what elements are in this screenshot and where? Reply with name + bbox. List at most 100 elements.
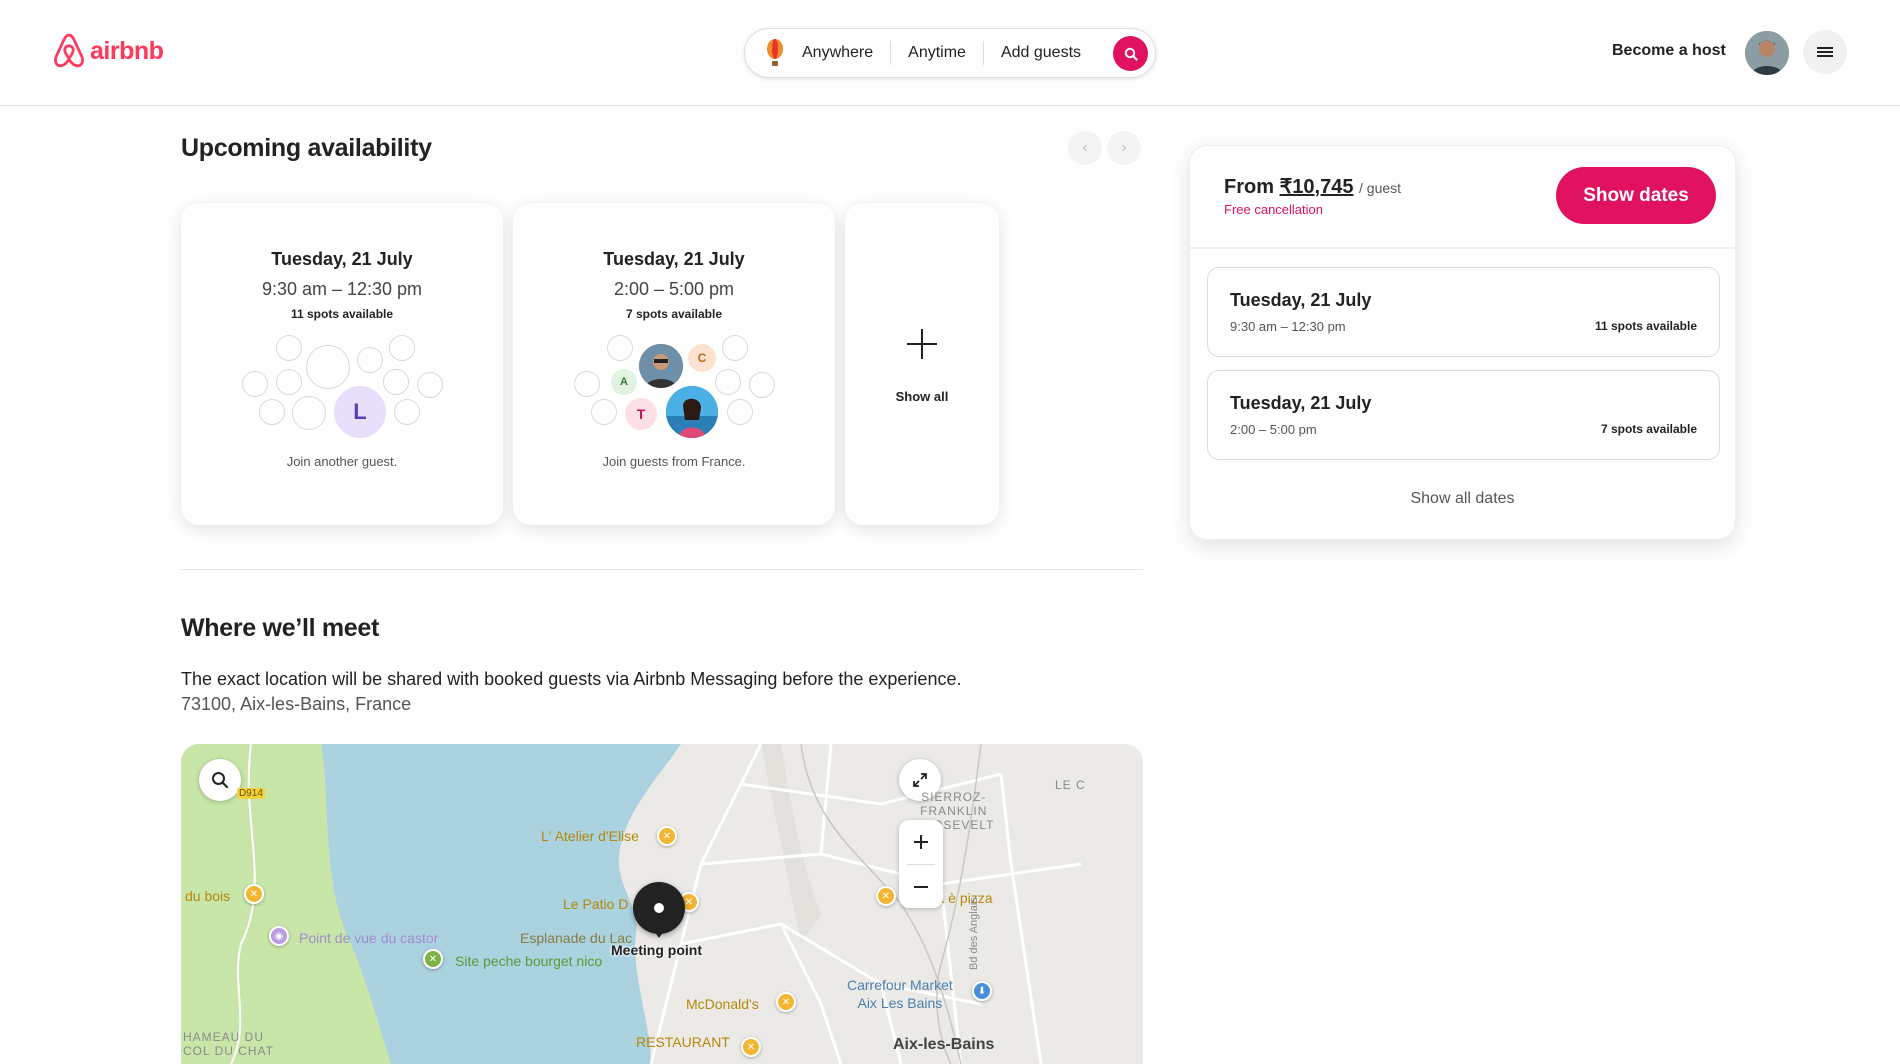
chevron-right-icon: › xyxy=(1121,139,1127,156)
card-footer: Join guests from France. xyxy=(602,454,746,469)
search-icon xyxy=(212,772,229,789)
hamburger-menu-icon xyxy=(1817,47,1833,57)
menu-button[interactable] xyxy=(1803,30,1847,74)
empty-seat xyxy=(749,372,775,398)
map-zoom-controls xyxy=(899,820,943,908)
empty-seat xyxy=(276,335,302,361)
empty-seat xyxy=(306,345,350,389)
date-slot[interactable]: Tuesday, 21 July 9:30 am – 12:30 pm 11 s… xyxy=(1207,267,1720,357)
search-when[interactable]: Anytime xyxy=(891,41,983,65)
become-host-link[interactable]: Become a host xyxy=(1612,42,1726,60)
show-all-label: Show all xyxy=(895,389,949,404)
pin-dot xyxy=(654,903,664,913)
map-poi-label: du bois xyxy=(185,888,231,904)
empty-seat xyxy=(394,399,420,425)
viewpoint-pin-icon[interactable]: ◉ xyxy=(269,926,289,946)
date-slot[interactable]: Tuesday, 21 July 2:00 – 5:00 pm 7 spots … xyxy=(1207,370,1720,460)
restaurant-pin-icon[interactable]: ✕ xyxy=(776,992,796,1012)
search-bar[interactable]: Anywhere Anytime Add guests xyxy=(744,28,1156,78)
card-footer: Join another guest. xyxy=(286,454,398,469)
guest-photo xyxy=(639,344,683,388)
empty-seat xyxy=(292,396,326,430)
price-amount[interactable]: ₹10,745 xyxy=(1280,176,1354,198)
user-photo xyxy=(1745,31,1789,75)
free-cancellation-label: Free cancellation xyxy=(1224,202,1323,217)
map-poi-label: Carrefour Market Aix Les Bains xyxy=(847,977,953,1011)
restaurant-pin-icon[interactable]: ✕ xyxy=(876,886,896,906)
availability-title: Upcoming availability xyxy=(181,134,432,162)
restaurant-pin-icon[interactable]: ✕ xyxy=(244,884,264,904)
meeting-point-label: Meeting point xyxy=(611,942,702,958)
pin-tail xyxy=(652,928,666,938)
meet-title: Where we’ll meet xyxy=(181,614,380,642)
minus-icon xyxy=(914,886,928,888)
airbnb-logo-icon xyxy=(54,33,84,68)
availability-card[interactable]: Tuesday, 21 July 2:00 – 5:00 pm 7 spots … xyxy=(513,203,835,525)
map[interactable]: D914 L' Atelier d'Elise ✕ du bois ✕ Le P… xyxy=(181,744,1143,1064)
empty-seat xyxy=(357,347,383,373)
shop-pin-icon[interactable]: ⬇ xyxy=(972,981,992,1001)
top-header: airbnb Anywhere Anytime Add guests Becom… xyxy=(0,0,1900,106)
logo-text: airbnb xyxy=(90,36,164,65)
hot-air-balloon-icon xyxy=(767,39,783,66)
expand-icon xyxy=(913,773,927,787)
plus-icon xyxy=(914,835,928,849)
map-district-label: HAMEAU DU COL DU CHAT xyxy=(183,1030,275,1058)
map-poi-label: Point de vue du castor xyxy=(299,930,439,946)
slot-date: Tuesday, 21 July xyxy=(1230,393,1372,413)
restaurant-pin-icon[interactable]: ✕ xyxy=(657,826,677,846)
guest-photo-image xyxy=(666,386,718,438)
map-poi-label: L' Atelier d'Elise xyxy=(541,828,639,844)
empty-seat xyxy=(383,369,409,395)
user-avatar[interactable] xyxy=(1745,31,1789,75)
meet-address: 73100, Aix-les-Bains, France xyxy=(181,694,412,714)
next-arrow-button[interactable]: › xyxy=(1107,131,1141,165)
empty-seat xyxy=(574,371,600,397)
show-all-card[interactable]: Show all xyxy=(845,203,999,525)
airbnb-logo[interactable]: airbnb xyxy=(52,33,164,69)
empty-seat xyxy=(276,369,302,395)
search-where[interactable]: Anywhere xyxy=(785,41,890,65)
park-pin-icon[interactable]: ✕ xyxy=(423,949,443,969)
empty-seat xyxy=(389,335,415,361)
restaurant-pin-icon[interactable]: ✕ xyxy=(741,1037,761,1057)
guest-avatar: C xyxy=(688,344,716,372)
empty-seat xyxy=(727,399,753,425)
map-poi-label: McDonald's xyxy=(686,996,759,1012)
guest-photo xyxy=(666,386,718,438)
prev-arrow-button[interactable]: ‹ xyxy=(1068,131,1102,165)
map-search-button[interactable] xyxy=(199,759,241,801)
search-who[interactable]: Add guests xyxy=(984,41,1098,65)
map-district-label: LE C xyxy=(1055,778,1086,792)
map-city-label: Aix-les-Bains xyxy=(893,1036,995,1053)
guest-bubbles: L xyxy=(181,203,503,525)
search-icon xyxy=(1124,47,1138,61)
slot-time: 9:30 am – 12:30 pm xyxy=(1230,319,1346,334)
guest-avatar: A xyxy=(611,369,637,395)
zoom-out-button[interactable] xyxy=(899,865,943,909)
slot-time: 2:00 – 5:00 pm xyxy=(1230,422,1317,437)
guest-avatar: L xyxy=(334,386,386,438)
map-poi-label: Site peche bourget nico xyxy=(455,953,603,969)
zoom-in-button[interactable] xyxy=(899,820,943,864)
slot-spots: 11 spots available xyxy=(1594,319,1697,333)
plus-icon xyxy=(845,327,999,361)
guest-avatar: T xyxy=(625,398,657,430)
chevron-left-icon: ‹ xyxy=(1082,139,1088,156)
price-from-label: From xyxy=(1224,176,1274,198)
show-dates-button[interactable]: Show dates xyxy=(1556,167,1716,224)
empty-seat xyxy=(417,372,443,398)
price-line: From ₹10,745 / guest xyxy=(1224,174,1401,199)
empty-seat xyxy=(259,399,285,425)
search-button[interactable] xyxy=(1113,36,1148,71)
map-poi-label: RESTAURANT xyxy=(636,1034,730,1050)
guest-bubbles: C A T xyxy=(513,203,835,525)
slot-date: Tuesday, 21 July xyxy=(1230,290,1372,310)
road-label: D914 xyxy=(237,788,265,799)
empty-seat xyxy=(722,335,748,361)
map-street-label: Bd des Anglais xyxy=(968,897,980,970)
availability-card[interactable]: Tuesday, 21 July 9:30 am – 12:30 pm 11 s… xyxy=(181,203,503,525)
price-per-guest: / guest xyxy=(1359,180,1402,196)
meeting-point-pin-icon[interactable] xyxy=(633,882,685,934)
show-all-dates-link[interactable]: Show all dates xyxy=(1190,490,1735,508)
